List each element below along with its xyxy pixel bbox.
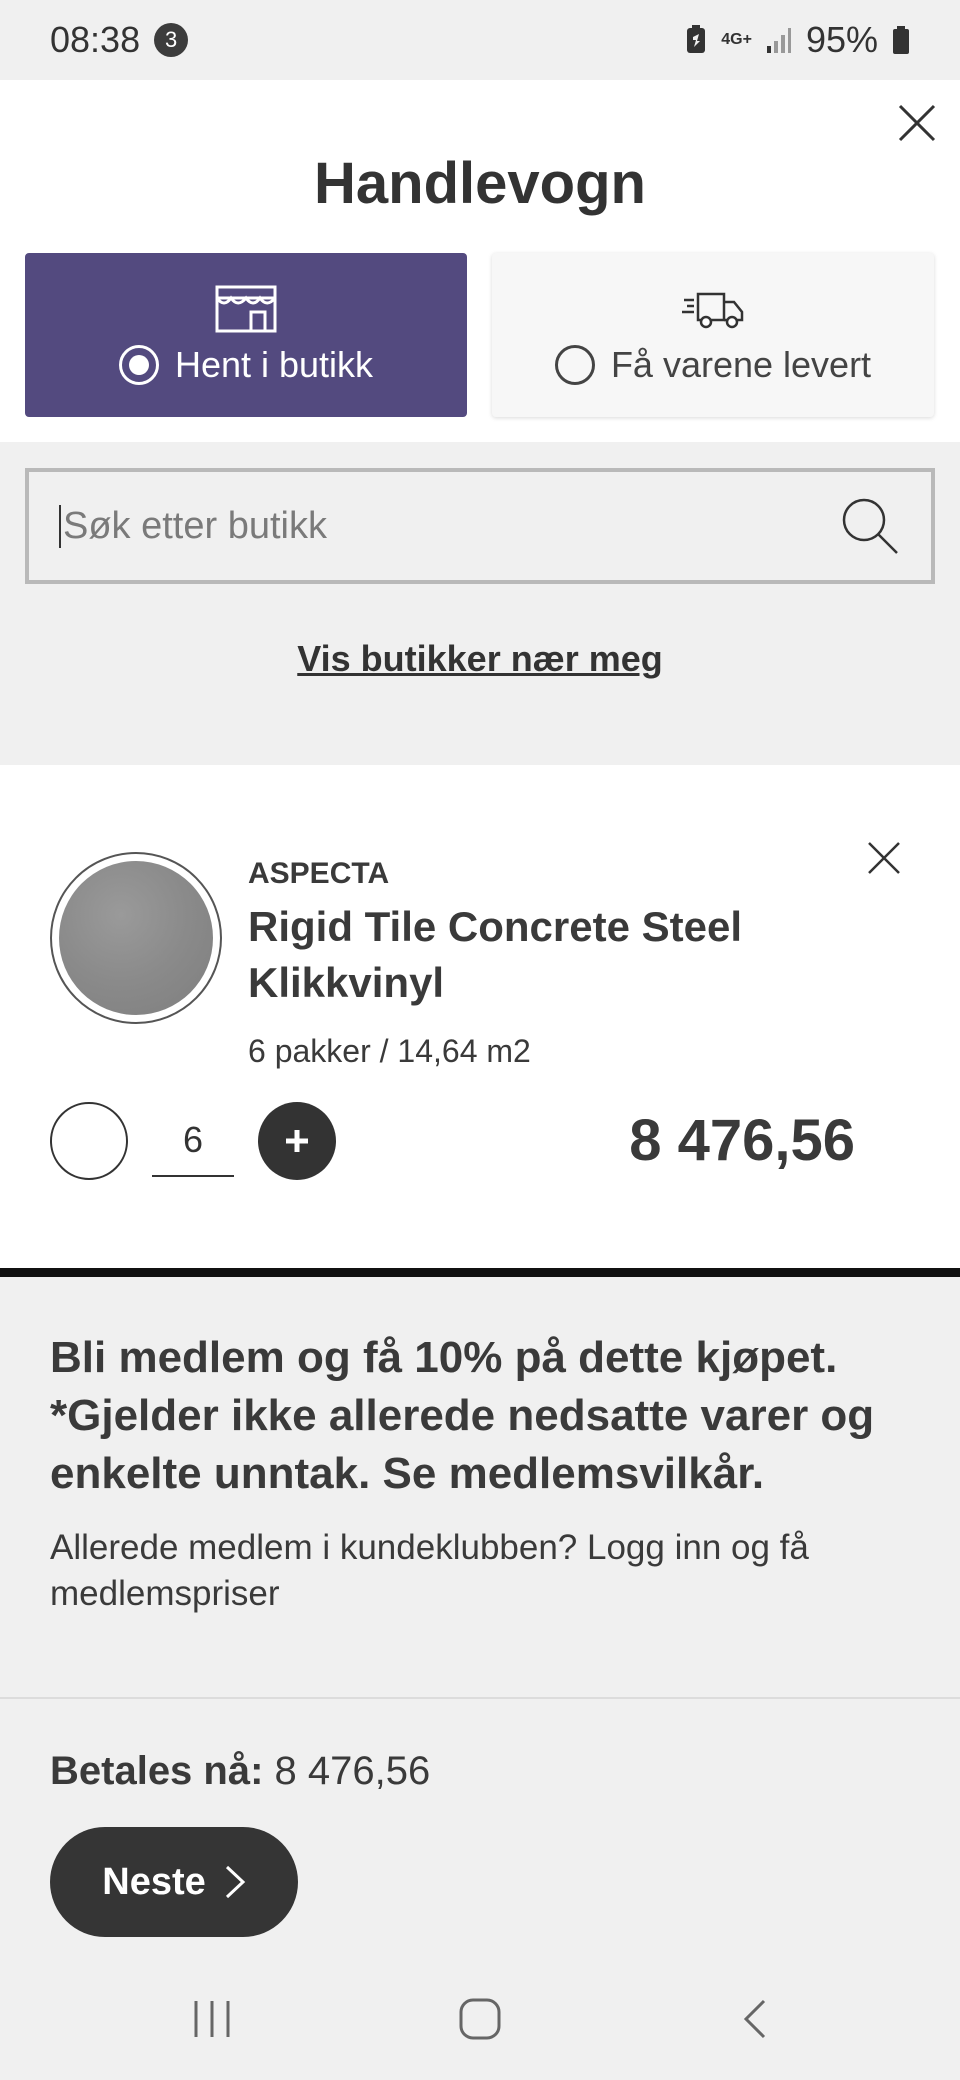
membership-login-text[interactable]: Allerede medlem i kundeklubben? Logg inn… <box>50 1525 910 1617</box>
chevron-right-icon <box>225 1865 245 1899</box>
section-divider <box>0 1268 960 1277</box>
signal-icon <box>766 28 791 53</box>
product-name[interactable]: Rigid Tile Concrete Steel Klikkvinyl <box>248 899 808 1011</box>
system-nav-bar <box>0 1967 960 2080</box>
page-title: Handlevogn <box>314 151 646 216</box>
battery-icon <box>893 26 909 54</box>
store-icon <box>215 285 277 333</box>
option-delivery-label: Få varene levert <box>610 344 872 385</box>
status-icons: 4G+ 95% <box>685 19 910 61</box>
membership-promo: Bli medlem og få 10% på dette kjøpet. *G… <box>0 1277 960 1697</box>
truck-icon <box>682 292 744 329</box>
product-swatch <box>59 861 213 1015</box>
decrease-quantity-button[interactable] <box>50 1102 128 1180</box>
status-time: 08:38 <box>50 19 141 60</box>
cart-sheet-header: Handlevogn Hent i butikk Få varene lever… <box>0 80 960 442</box>
search-icon[interactable] <box>839 495 901 557</box>
recent-apps-icon[interactable] <box>190 1997 234 2041</box>
increase-quantity-button[interactable] <box>258 1102 336 1180</box>
close-icon[interactable] <box>896 102 938 144</box>
product-brand: ASPECTA <box>248 857 390 890</box>
store-search-box <box>25 468 935 584</box>
remove-item-icon[interactable] <box>866 840 902 876</box>
store-search-input[interactable] <box>59 504 839 548</box>
next-button[interactable]: Neste <box>50 1827 298 1937</box>
pay-now-amount: 8 476,56 <box>274 1749 431 1793</box>
option-home-delivery[interactable]: Få varene levert <box>492 253 934 417</box>
cart-item: ASPECTA Rigid Tile Concrete Steel Klikkv… <box>0 765 960 1268</box>
back-icon[interactable] <box>734 1997 778 2041</box>
battery-saver-icon <box>687 25 706 53</box>
option-pickup-in-store[interactable]: Hent i butikk <box>25 253 467 417</box>
radio-delivery[interactable] <box>554 345 595 385</box>
quantity-description: 6 pakker / 14,64 m2 <box>248 1033 531 1069</box>
show-stores-near-me-link[interactable]: Vis butikker nær meg <box>0 638 960 680</box>
next-button-label: Neste <box>102 1860 206 1903</box>
pay-now-summary: Betales nå: 8 476,56 <box>50 1749 430 1794</box>
store-search-section: Vis butikker nær meg <box>0 442 960 764</box>
battery-percent: 95% <box>805 19 878 60</box>
home-icon[interactable] <box>458 1997 502 2041</box>
product-image <box>50 852 222 1024</box>
notification-badge: 3 <box>154 23 189 57</box>
network-type: 4G+ <box>721 31 752 48</box>
checkout-footer: Betales nå: 8 476,56 Neste <box>0 1697 960 1967</box>
option-pickup-label: Hent i butikk <box>174 344 374 385</box>
pay-now-label: Betales nå: <box>50 1749 264 1793</box>
plus-icon <box>286 1130 308 1152</box>
radio-pickup[interactable] <box>118 345 159 385</box>
item-price: 8 476,56 <box>629 1108 855 1173</box>
quantity-input[interactable] <box>152 1105 234 1177</box>
membership-headline[interactable]: Bli medlem og få 10% på dette kjøpet. *G… <box>50 1329 930 1503</box>
status-bar: 08:38 3 4G+ 95% <box>0 0 960 80</box>
